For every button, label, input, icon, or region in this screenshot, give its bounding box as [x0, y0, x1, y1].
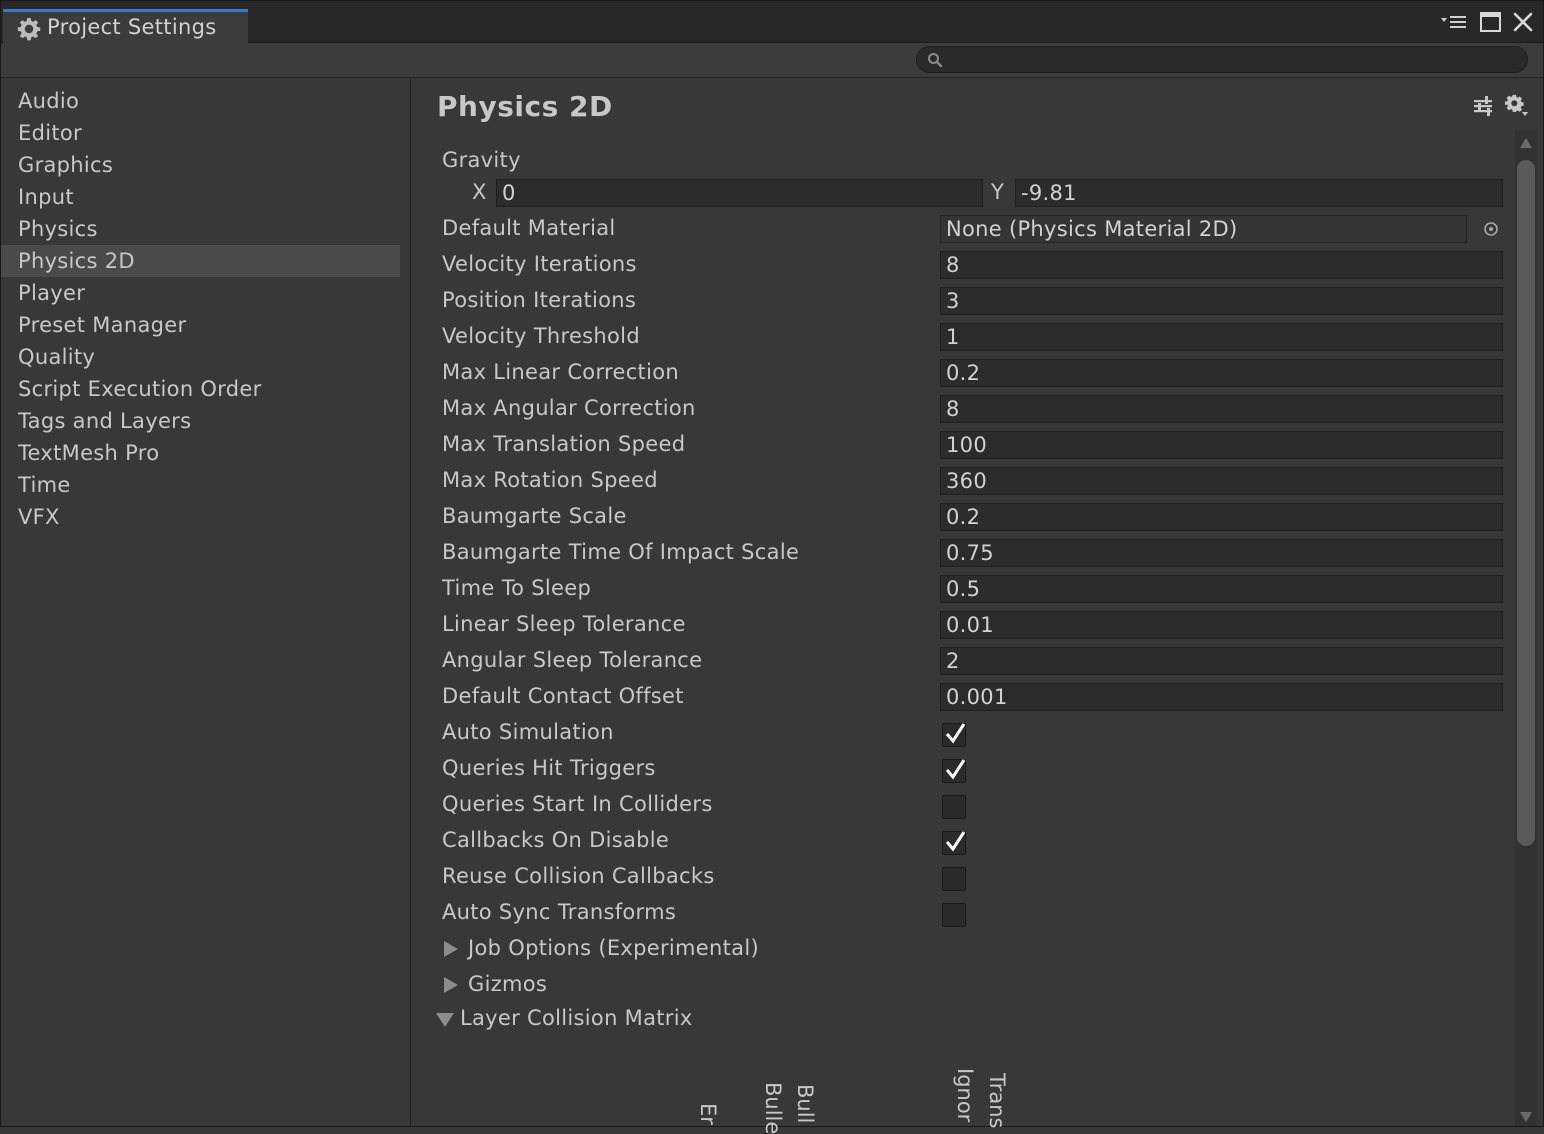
- default-material-field[interactable]: None (Physics Material 2D): [940, 215, 1467, 243]
- auto-simulation-checkbox[interactable]: [942, 723, 966, 747]
- scroll-down-arrow[interactable]: [1520, 1112, 1532, 1122]
- toggle-label: Callbacks On Disable: [442, 828, 670, 852]
- velocity-threshold-field[interactable]: 1: [940, 323, 1503, 351]
- search-input[interactable]: [951, 49, 1515, 71]
- sidebar-item-quality[interactable]: Quality: [1, 341, 400, 373]
- gizmos-foldout[interactable]: Gizmos: [444, 972, 547, 996]
- baumgarte-toi-scale-field[interactable]: 0.75: [940, 539, 1503, 567]
- velocity-iterations-field[interactable]: 8: [940, 251, 1503, 279]
- gravity-label: Gravity: [442, 148, 521, 172]
- checkmark-icon: [945, 831, 966, 852]
- default-contact-offset-field[interactable]: 0.001: [940, 683, 1503, 711]
- field-label: Baumgarte Time Of Impact Scale: [442, 540, 800, 564]
- toggle-label: Queries Hit Triggers: [442, 756, 656, 780]
- project-settings-tab[interactable]: Project Settings: [3, 9, 248, 43]
- toolbar: [1, 43, 1543, 78]
- matrix-column-label: Ignor: [953, 1068, 977, 1123]
- field-label: Default Contact Offset: [442, 684, 684, 708]
- matrix-column-label: Bulle: [761, 1082, 785, 1134]
- sidebar-item-input[interactable]: Input: [1, 181, 400, 213]
- menu-icon[interactable]: [1438, 9, 1472, 35]
- linear-sleep-tolerance-field[interactable]: 0.01: [940, 611, 1503, 639]
- matrix-column-label: Er: [696, 1103, 720, 1125]
- callbacks-on-disable-checkbox[interactable]: [942, 831, 966, 855]
- field-label: Max Rotation Speed: [442, 468, 658, 492]
- sidebar-item-preset-manager[interactable]: Preset Manager: [1, 309, 400, 341]
- field-label: Position Iterations: [442, 288, 637, 312]
- reuse-collision-callbacks-checkbox[interactable]: [942, 867, 966, 891]
- foldout-label: Gizmos: [468, 972, 548, 996]
- max-rotation-speed-field[interactable]: 360: [940, 467, 1503, 495]
- toggle-label: Auto Simulation: [442, 720, 614, 744]
- position-iterations-field[interactable]: 3: [940, 287, 1503, 315]
- field-label: Linear Sleep Tolerance: [442, 612, 686, 636]
- sidebar-item-editor[interactable]: Editor: [1, 117, 400, 149]
- search-icon: [928, 53, 943, 68]
- layer-collision-matrix-foldout[interactable]: Layer Collision Matrix: [436, 1006, 693, 1030]
- max-linear-correction-field[interactable]: 0.2: [940, 359, 1503, 387]
- field-label: Max Translation Speed: [442, 432, 686, 456]
- object-picker-icon[interactable]: [1483, 221, 1499, 237]
- sidebar-item-graphics[interactable]: Graphics: [1, 149, 400, 181]
- sidebar-item-audio[interactable]: Audio: [1, 85, 400, 117]
- settings-sidebar: Audio Editor Graphics Input Physics Phys…: [1, 78, 411, 1126]
- gravity-y-field[interactable]: -9.81: [1015, 179, 1503, 207]
- matrix-column-label: Trans: [985, 1073, 1009, 1129]
- field-label: Velocity Iterations: [442, 252, 637, 276]
- search-field[interactable]: [916, 46, 1528, 73]
- chevron-down-icon: [436, 1013, 454, 1027]
- field-label: Velocity Threshold: [442, 324, 640, 348]
- field-label: Baumgarte Scale: [442, 504, 627, 528]
- max-translation-speed-field[interactable]: 100: [940, 431, 1503, 459]
- sidebar-item-script-execution-order[interactable]: Script Execution Order: [1, 373, 400, 405]
- auto-sync-transforms-checkbox[interactable]: [942, 903, 966, 927]
- job-options-foldout[interactable]: Job Options (Experimental): [444, 936, 759, 960]
- time-to-sleep-field[interactable]: 0.5: [940, 575, 1503, 603]
- angular-sleep-tolerance-field[interactable]: 2: [940, 647, 1503, 675]
- maximize-icon[interactable]: [1479, 9, 1503, 35]
- toggle-label: Auto Sync Transforms: [442, 900, 677, 924]
- chevron-right-icon: [444, 977, 458, 993]
- queries-hit-triggers-checkbox[interactable]: [942, 759, 966, 783]
- sidebar-item-vfx[interactable]: VFX: [1, 501, 400, 533]
- toggle-label: Queries Start In Colliders: [442, 792, 713, 816]
- chevron-right-icon: [444, 941, 458, 957]
- checkmark-icon: [945, 723, 966, 744]
- baumgarte-scale-field[interactable]: 0.2: [940, 503, 1503, 531]
- sidebar-item-tags-and-layers[interactable]: Tags and Layers: [1, 405, 400, 437]
- vertical-scrollbar[interactable]: [1515, 130, 1537, 1126]
- sidebar-item-time[interactable]: Time: [1, 469, 400, 501]
- sidebar-item-physics[interactable]: Physics: [1, 213, 400, 245]
- default-material-label: Default Material: [442, 216, 616, 240]
- max-angular-correction-field[interactable]: 8: [940, 395, 1503, 423]
- sidebar-item-player[interactable]: Player: [1, 277, 400, 309]
- sidebar-item-textmesh-pro[interactable]: TextMesh Pro: [1, 437, 400, 469]
- field-label: Max Angular Correction: [442, 396, 696, 420]
- settings-panel: Physics 2D Gravity X 0 Y -9.81 Default M…: [411, 78, 1543, 1134]
- scrollbar-thumb[interactable]: [1517, 160, 1535, 846]
- field-label: Max Linear Correction: [442, 360, 679, 384]
- gravity-y-label: Y: [991, 180, 1004, 204]
- gear-icon: [17, 18, 41, 41]
- presets-icon[interactable]: [1471, 94, 1495, 118]
- close-icon[interactable]: [1511, 9, 1535, 35]
- gravity-x-field[interactable]: 0: [496, 179, 983, 207]
- sidebar-item-physics-2d[interactable]: Physics 2D: [1, 245, 400, 277]
- queries-start-in-colliders-checkbox[interactable]: [942, 795, 966, 819]
- scroll-up-arrow[interactable]: [1520, 138, 1532, 148]
- foldout-label: Job Options (Experimental): [468, 936, 759, 960]
- field-label: Angular Sleep Tolerance: [442, 648, 703, 672]
- field-label: Time To Sleep: [442, 576, 592, 600]
- tab-title: Project Settings: [47, 15, 217, 39]
- title-bar: Project Settings: [1, 1, 1543, 43]
- settings-gear-icon[interactable]: [1505, 94, 1529, 118]
- checkmark-icon: [945, 759, 966, 780]
- page-title: Physics 2D: [437, 90, 613, 123]
- foldout-label: Layer Collision Matrix: [460, 1006, 693, 1030]
- gravity-x-label: X: [472, 180, 487, 204]
- matrix-column-label: Bull: [793, 1084, 817, 1124]
- toggle-label: Reuse Collision Callbacks: [442, 864, 715, 888]
